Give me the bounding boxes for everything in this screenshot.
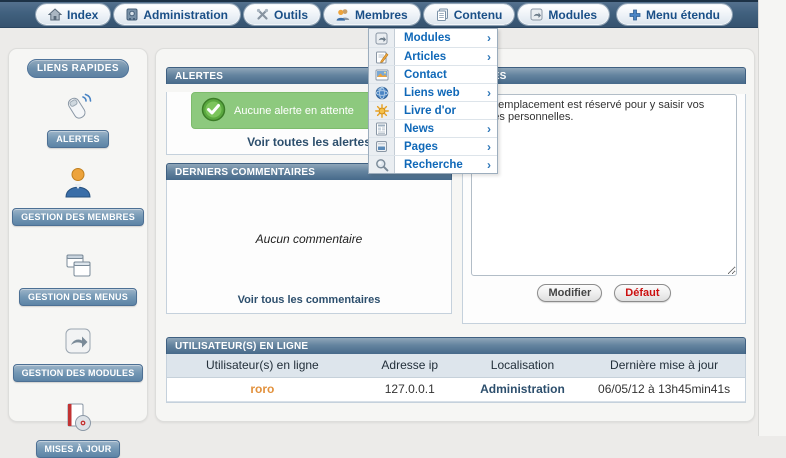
menu-item-pages[interactable]: Pages › <box>369 137 497 155</box>
guestbook-icon <box>369 102 395 119</box>
column-header-ip: Adresse ip <box>358 354 462 377</box>
nav-button-label: Outils <box>274 8 308 22</box>
nav-button-outils[interactable]: Outils <box>244 4 320 25</box>
table-header-row: Utilisateur(s) en ligne Adresse ip Local… <box>167 354 745 377</box>
submenu-arrow-icon: › <box>487 141 497 153</box>
cell-location: Administration <box>462 377 583 401</box>
default-button[interactable]: Défaut <box>614 284 670 302</box>
submenu-arrow-icon: › <box>487 32 497 44</box>
cell-last-update: 06/05/12 à 13h45min41s <box>583 377 745 401</box>
module-icon <box>369 29 395 47</box>
sidebar-button-gestion-modules[interactable]: GESTION DES MODULES <box>13 364 144 382</box>
update-disc-icon[interactable] <box>62 402 94 437</box>
check-circle-icon <box>201 97 226 125</box>
menu-item-contact[interactable]: Contact <box>369 65 497 83</box>
menu-item-label: News <box>395 123 487 135</box>
home-icon <box>48 8 62 21</box>
menu-item-label: Liens web <box>395 87 487 99</box>
menu-item-label: Articles <box>395 51 487 63</box>
nav-button-label: Membres <box>355 8 408 22</box>
news-icon <box>369 120 395 137</box>
quick-links-title: LIENS RAPIDES <box>27 59 129 78</box>
articles-icon <box>369 48 395 65</box>
menu-item-modules[interactable]: Modules › <box>369 29 497 47</box>
notes-panel-body: Cet emplacement est réservé pour y saisi… <box>462 94 746 324</box>
search-icon <box>369 156 395 173</box>
web-links-icon <box>369 84 395 101</box>
modify-button[interactable]: Modifier <box>537 284 602 302</box>
menu-item-label: Recherche <box>395 159 487 171</box>
members-icon <box>336 8 350 21</box>
menu-item-recherche[interactable]: Recherche › <box>369 155 497 173</box>
menu-item-livre-dor[interactable]: Livre d'or <box>369 101 497 119</box>
alert-pager-icon[interactable] <box>60 90 96 127</box>
sidebar-entry-gestion-modules: GESTION DES MODULES <box>9 326 147 382</box>
comments-panel-body: Aucun commentaire Voir tous les commenta… <box>166 180 452 314</box>
column-header-user: Utilisateur(s) en ligne <box>167 354 358 377</box>
alert-status-text: Aucune alerte en attente <box>234 105 354 117</box>
submenu-arrow-icon: › <box>487 123 497 135</box>
menu-item-news[interactable]: News › <box>369 119 497 137</box>
nav-button-administration[interactable]: Administration <box>114 4 240 25</box>
sidebar-entry-gestion-membres: GESTION DES MEMBRES <box>9 166 147 226</box>
top-navbar: Index Administration Outils Membres Cont… <box>0 0 758 28</box>
menu-item-label: Modules <box>395 32 487 44</box>
contact-icon <box>369 66 395 83</box>
nav-button-label: Modules <box>548 8 597 22</box>
nav-button-modules[interactable]: Modules <box>518 4 609 25</box>
notes-textarea[interactable]: Cet emplacement est réservé pour y saisi… <box>471 94 737 276</box>
sidebar-button-mises-a-jour[interactable]: MISES À JOUR <box>36 440 121 458</box>
menu-item-liens-web[interactable]: Liens web › <box>369 83 497 101</box>
sidebar-entry-alertes: ALERTES <box>9 90 147 148</box>
module-icon <box>530 8 543 21</box>
nav-button-label: Index <box>67 8 98 22</box>
comments-panel: DERNIERS COMMENTAIRES Aucun commentaire … <box>166 163 452 314</box>
nav-button-contenu[interactable]: Contenu <box>424 4 515 25</box>
notes-buttons-row: Modifier Défaut <box>463 284 745 302</box>
online-users-table: Utilisateur(s) en ligne Adresse ip Local… <box>167 354 745 402</box>
column-header-location: Localisation <box>462 354 583 377</box>
nav-button-label: Contenu <box>454 8 503 22</box>
view-all-comments-link[interactable]: Voir tous les commentaires <box>167 291 451 311</box>
nav-button-label: Administration <box>143 8 228 22</box>
sidebar-button-gestion-menus[interactable]: GESTION DES MENUS <box>19 288 137 306</box>
sidebar-entry-gestion-menus: GESTION DES MENUS <box>9 252 147 306</box>
submenu-arrow-icon: › <box>487 87 497 99</box>
notes-panel: NOTES Cet emplacement est réservé pour y… <box>462 67 746 324</box>
windows-icon[interactable] <box>61 252 95 285</box>
plus-icon <box>629 9 641 21</box>
menu-item-label: Contact <box>395 69 491 81</box>
menu-item-label: Pages <box>395 141 487 153</box>
tools-icon <box>256 8 269 21</box>
menu-item-articles[interactable]: Articles › <box>369 47 497 65</box>
nav-button-index[interactable]: Index <box>36 4 110 25</box>
member-icon[interactable] <box>61 166 95 205</box>
nav-button-menu-etendu[interactable]: Menu étendu <box>617 4 732 25</box>
right-gutter <box>758 0 786 436</box>
sidebar-button-alertes[interactable]: ALERTES <box>47 130 108 148</box>
nav-button-membres[interactable]: Membres <box>324 4 420 25</box>
module-arrow-icon[interactable] <box>63 326 93 361</box>
modules-dropdown-menu: Modules › Articles › Contact Liens web ›… <box>368 28 498 174</box>
notes-panel-header: NOTES <box>462 67 746 84</box>
submenu-arrow-icon: › <box>487 51 497 63</box>
sidebar-entry-mises-a-jour: MISES À JOUR <box>9 402 147 458</box>
menu-item-label: Livre d'or <box>395 105 491 117</box>
online-users-panel-header: UTILISATEUR(S) EN LIGNE <box>166 337 746 354</box>
cell-ip: 127.0.0.1 <box>358 377 462 401</box>
nav-button-label: Menu étendu <box>646 8 720 22</box>
table-row: roro 127.0.0.1 Administration 06/05/12 à… <box>167 377 745 401</box>
safe-icon <box>126 8 138 21</box>
no-comments-message: Aucun commentaire <box>167 232 451 246</box>
content-icon <box>436 8 449 21</box>
online-users-panel-body: Utilisateur(s) en ligne Adresse ip Local… <box>166 354 746 403</box>
sidebar-button-gestion-membres[interactable]: GESTION DES MEMBRES <box>12 208 144 226</box>
pages-icon <box>369 138 395 155</box>
online-users-panel: UTILISATEUR(S) EN LIGNE Utilisateur(s) e… <box>166 337 746 403</box>
column-header-last-update: Dernière mise à jour <box>583 354 745 377</box>
cell-username[interactable]: roro <box>167 377 358 401</box>
quick-links-sidebar: LIENS RAPIDES ALERTES GESTION DES MEMBRE… <box>8 48 148 422</box>
submenu-arrow-icon: › <box>487 159 497 171</box>
